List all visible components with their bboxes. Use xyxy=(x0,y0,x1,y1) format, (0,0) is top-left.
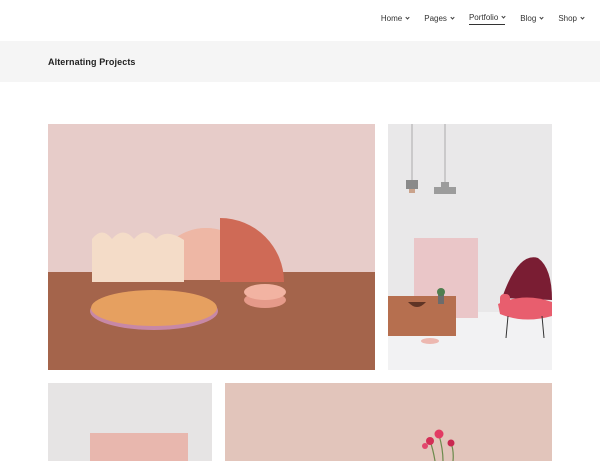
nav-item-blog[interactable]: Blog xyxy=(520,13,544,25)
main-nav: Home Pages Portfolio Blog Shop xyxy=(380,13,585,25)
project-tile-1[interactable] xyxy=(48,124,375,370)
chevron-down-icon xyxy=(405,14,410,20)
chevron-down-icon xyxy=(501,14,506,19)
nav-item-home[interactable]: Home xyxy=(380,13,410,25)
nav-item-portfolio[interactable]: Portfolio xyxy=(468,13,506,25)
nav-item-label: Portfolio xyxy=(468,13,499,22)
project-image-pink-panel xyxy=(48,383,212,461)
chevron-down-icon xyxy=(580,14,585,20)
nav-item-pages[interactable]: Pages xyxy=(424,13,455,25)
nav-item-label: Pages xyxy=(424,13,447,23)
project-tile-3[interactable] xyxy=(48,383,212,461)
nav-item-label: Shop xyxy=(558,13,577,23)
project-tile-2[interactable] xyxy=(388,124,552,370)
page-title: Alternating Projects xyxy=(48,57,136,67)
nav-item-label: Home xyxy=(380,13,403,23)
site-header: Home Pages Portfolio Blog Shop xyxy=(0,0,600,41)
project-image-pink-chair-interior xyxy=(388,124,552,370)
project-image-pink-flowers xyxy=(225,383,552,461)
chevron-down-icon xyxy=(450,14,455,20)
nav-item-shop[interactable]: Shop xyxy=(558,13,585,25)
project-image-pastel-shapes xyxy=(48,124,375,370)
chevron-down-icon xyxy=(539,14,544,20)
page-title-bar: Alternating Projects xyxy=(0,41,600,82)
nav-item-label: Blog xyxy=(520,13,537,23)
project-tile-4[interactable] xyxy=(225,383,552,461)
